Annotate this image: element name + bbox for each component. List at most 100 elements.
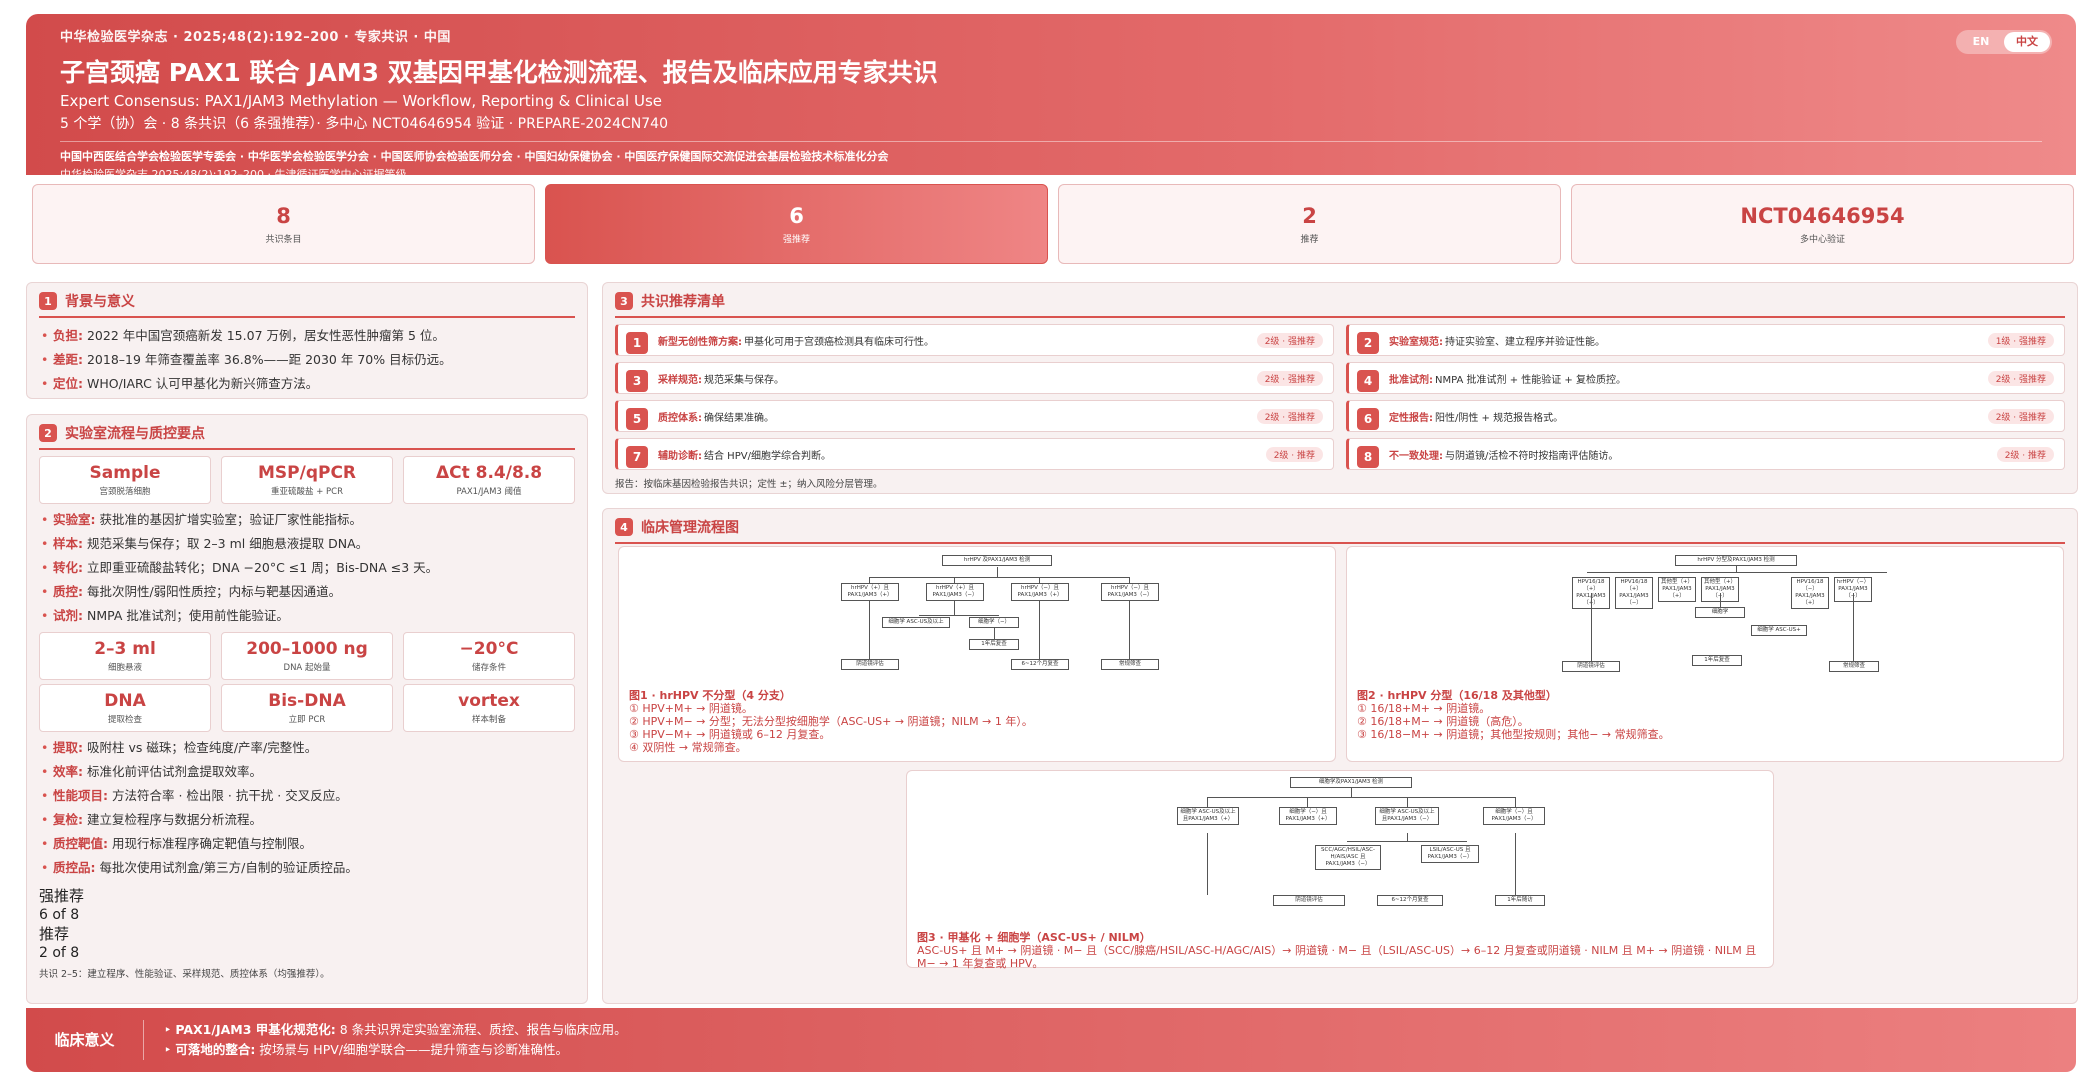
bullet-item: 效率: 标准化前评估试剂盒提取效率。 xyxy=(39,760,575,784)
mini-stat: MSP/qPCR 重亚硫酸盐 + PCR xyxy=(221,456,393,504)
consensus-note: 共识 2–5：建立程序、性能验证、采样规范、质控体系（均强推荐）。 xyxy=(39,969,330,980)
section-number: 2 xyxy=(39,424,57,442)
stat-label: 强推荐 xyxy=(782,234,810,245)
header-divider xyxy=(60,141,2042,142)
flow-box: 细胞学（−）且 PAX1/JAM3（+） xyxy=(1279,807,1337,825)
section-title: 背景与意义 xyxy=(65,294,135,310)
footer-item: ‣ 可落地的整合: 按场景与 HPV/细胞学联合——提升筛查与诊断准确性。 xyxy=(164,1042,569,1057)
grade-badge: 2级 · 强推荐 xyxy=(1256,409,1323,424)
flow-box: 阴道镜评估 xyxy=(841,659,899,670)
mini-stat-row: DNA 提取检查 Bis-DNA 立即 PCR vortex 样本制备 xyxy=(39,684,575,732)
stat-value: 8 xyxy=(276,203,291,228)
stat-label: 推荐 xyxy=(1300,234,1319,245)
flow-box: 1年后复查 xyxy=(1692,655,1742,666)
footer-items: ‣ PAX1/JAM3 甲基化规范化: 8 条共识界定实验室流程、质控、报告与临… xyxy=(144,1020,627,1060)
mini-stat-row: Sample 宫颈脱落细胞 MSP/qPCR 重亚硫酸盐 + PCR ΔCt 8.4… xyxy=(39,456,575,504)
mini-stat: 200–1000 ng DNA 起始量 xyxy=(221,632,393,680)
figure-3-card: 细胞学及PAX1/JAM3 检测 细胞学 ASC-US及以上 且PAX1/JAM… xyxy=(906,770,1774,970)
flow-box: 常规筛查 xyxy=(1829,661,1879,672)
flow-box: hrHPV（−）且 PAX1/JAM3（+） xyxy=(1011,583,1069,601)
flow-box: 细胞学 xyxy=(1695,607,1745,618)
figure-line: ② HPV+M− → 分型；无法分型按细胞学（ASC-US+ → 阴道镜；NIL… xyxy=(629,715,1033,728)
stat-label: 多中心验证 xyxy=(1799,234,1845,245)
recommendation-item: 5 质控体系: 确保结果准确。 2级 · 强推荐 xyxy=(615,400,1334,432)
figure-title: 图2 · hrHPV 分型（16/18 及其他型） xyxy=(1357,689,1557,702)
flow-box: 1年后复查 xyxy=(969,639,1019,650)
flow-box: 细胞学 ASC-US及以上 xyxy=(882,617,950,628)
header-banner: 中华检验医学杂志 · 2025;48(2):192–200 · 专家共识 · 中… xyxy=(26,14,2076,181)
bullet-item: 性能项目: 方法符合率 · 检出限 · 抗干扰 · 交叉反应。 xyxy=(39,784,575,808)
section-title: 共识推荐清单 xyxy=(641,294,725,310)
mini-stat: vortex 样本制备 xyxy=(403,684,575,732)
grade-badge: 2级 · 强推荐 xyxy=(1256,333,1323,348)
grade-badge: 2级 · 强推荐 xyxy=(1987,371,2054,386)
footer-item: ‣ PAX1/JAM3 甲基化规范化: 8 条共识界定实验室流程、质控、报告与临… xyxy=(164,1022,627,1037)
lang-zh-button[interactable]: 中文 xyxy=(2004,32,2050,52)
stat-label: 共识条目 xyxy=(265,234,302,245)
flow-box: LSIL/ASC-US 且 PAX1/JAM3（−） xyxy=(1421,845,1479,863)
bullet-item: 质控: 每批次阴性/弱阳性质控；内标与靶基因通道。 xyxy=(39,580,575,604)
lang-en-button[interactable]: EN xyxy=(1958,32,2004,52)
figure-line: ④ 双阴性 → 常规筛查。 xyxy=(629,741,747,754)
section-title: 临床管理流程图 xyxy=(641,520,739,536)
grade-badge: 2级 · 强推荐 xyxy=(1987,409,2054,424)
mini-stat: DNA 提取检查 xyxy=(39,684,211,732)
stat-card-highlight: 6 强推荐 xyxy=(545,184,1048,264)
stat-value: 2 xyxy=(1302,203,1317,228)
flow-box: 6~12个月复查 xyxy=(1011,659,1069,670)
section-heading: 3 共识推荐清单 xyxy=(615,291,2065,318)
stat-card: 2 推荐 xyxy=(1058,184,1561,264)
figure-title: 图3 · 甲基化 + 细胞学（ASC-US+ / NILM） xyxy=(917,931,1151,944)
flow-box: 细胞学（−）且 PAX1/JAM3（−） xyxy=(1483,807,1545,825)
figure-line: ASC-US+ 且 M+ → 阴道镜 · M− 且（SCC/腺癌/HSIL/AS… xyxy=(917,944,1757,970)
footer-banner: 临床意义 ‣ PAX1/JAM3 甲基化规范化: 8 条共识界定实验室流程、质控… xyxy=(26,1008,2076,1072)
figure-caption: 图2 · hrHPV 分型（16/18 及其他型） ① 16/18+M+ → 阴… xyxy=(1357,689,1670,741)
flow-box: 细胞学 ASC-US及以上 且PAX1/JAM3（+） xyxy=(1177,807,1239,825)
flow-box: HPV16/18（−）PAX1/JAM3（+） xyxy=(1791,577,1829,609)
figure-caption: 图3 · 甲基化 + 细胞学（ASC-US+ / NILM） ASC-US+ 且… xyxy=(917,931,1767,970)
figure-line: ① 16/18+M+ → 阴道镜。 xyxy=(1357,702,1491,715)
figure-title: 图1 · hrHPV 不分型（4 分支） xyxy=(629,689,791,702)
section-number: 1 xyxy=(39,292,57,310)
recommendation-item: 2 实验室规范: 持证实验室、建立程序并验证性能。 1级 · 强推荐 xyxy=(1346,324,2065,356)
stat-card: 8 共识条目 xyxy=(32,184,535,264)
page-subtitle: Expert Consensus: PAX1/JAM3 Methylation … xyxy=(60,92,662,110)
bullet-item: 转化: 立即重亚硫酸盐转化；DNA −20°C ≤1 周；Bis-DNA ≤3 … xyxy=(39,556,575,580)
flow-box: 6~12个月复查 xyxy=(1377,895,1443,906)
figure-line: ② 16/18+M− → 阴道镜（高危）。 xyxy=(1357,715,1529,728)
flow-box: hrHPV（+）且 PAX1/JAM3（−） xyxy=(926,583,984,601)
bullet-item: 提取: 吸附柱 vs 磁珠；检查纯度/产率/完整性。 xyxy=(39,736,575,760)
section-lab-workflow: 2 实验室流程与质控要点 Sample 宫颈脱落细胞 MSP/qPCR 重亚硫酸盐 … xyxy=(26,414,588,1004)
recommendation-item: 3 采样规范: 规范采集与保存。 2级 · 强推荐 xyxy=(615,362,1334,394)
mini-stat: Sample 宫颈脱落细胞 xyxy=(39,456,211,504)
section-heading: 4 临床管理流程图 xyxy=(615,517,2065,544)
bullet-item: 差距: 2018–19 年筛查覆盖率 36.8%——距 2030 年 70% 目… xyxy=(39,348,575,372)
recommendation-item: 6 定性报告: 阳性/阴性 + 规范报告格式。 2级 · 强推荐 xyxy=(1346,400,2065,432)
language-toggle[interactable]: EN 中文 xyxy=(1956,30,2052,54)
bullet-item: 实验室: 获批准的基因扩增实验室；验证厂家性能指标。 xyxy=(39,508,575,532)
stat-card: NCT04646954 多中心验证 xyxy=(1571,184,2074,264)
figure-2-card: hrHPV 分型及PAX1/JAM3 检测 HPV16/18（+）PAX1/JA… xyxy=(1346,546,2064,762)
poster-page: 中华检验医学杂志 · 2025;48(2):192–200 · 专家共识 · 中… xyxy=(0,0,2100,1080)
flow-box: hrHPV（+）且 PAX1/JAM3（+） xyxy=(841,583,899,601)
meta-line: 5 个学（协）会 · 8 条共识（6 条强推荐）· 多中心 NCT0464695… xyxy=(60,116,668,132)
grade-badge: 2级 · 强推荐 xyxy=(1256,371,1323,386)
figure-line: ③ 16/18−M+ → 阴道镜；其他型按规则；其他− → 常规筛查。 xyxy=(1357,728,1670,741)
section-number: 3 xyxy=(615,292,633,310)
mini-stat: −20°C 储存条件 xyxy=(403,632,575,680)
org-list: 中国中西医结合学会检验医学专委会 · 中华医学会检验医学分会 · 中国医师协会检… xyxy=(60,150,889,163)
grade-badge: 2级 · 推荐 xyxy=(1996,447,2054,462)
figure-line: ③ HPV−M+ → 阴道镜或 6–12 月复查。 xyxy=(629,728,831,741)
report-footnote: 报告：按临床基因检验报告共识；定性 ±；纳入风险分层管理。 xyxy=(615,479,883,490)
bullet-item: 负担: 2022 年中国宫颈癌新发 15.07 万例，居女性恶性肿瘤第 5 位。 xyxy=(39,324,575,348)
flow-box: hrHPV 分型及PAX1/JAM3 检测 xyxy=(1675,555,1797,566)
flow-box: 细胞学 ASC-US+ xyxy=(1751,625,1807,636)
figure-line: ① HPV+M+ → 阴道镜。 xyxy=(629,702,753,715)
flow-box: 常规筛查 xyxy=(1101,659,1159,670)
recommendation-grid: 1 新型无创性筛方案: 甲基化可用于宫颈癌检测具有临床可行性。 2级 · 强推荐 2… xyxy=(615,324,2065,470)
footer-label: 临床意义 xyxy=(26,1020,144,1060)
stat-value: 6 xyxy=(789,203,804,228)
mini-stat: ΔCt 8.4/8.8 PAX1/JAM3 阈值 xyxy=(403,456,575,504)
flow-box: 其他型（+）PAX1/JAM3（+） xyxy=(1658,577,1696,602)
mini-stat-row: 2–3 ml 细胞悬液 200–1000 ng DNA 起始量 −20°C 储存条件 xyxy=(39,632,575,680)
